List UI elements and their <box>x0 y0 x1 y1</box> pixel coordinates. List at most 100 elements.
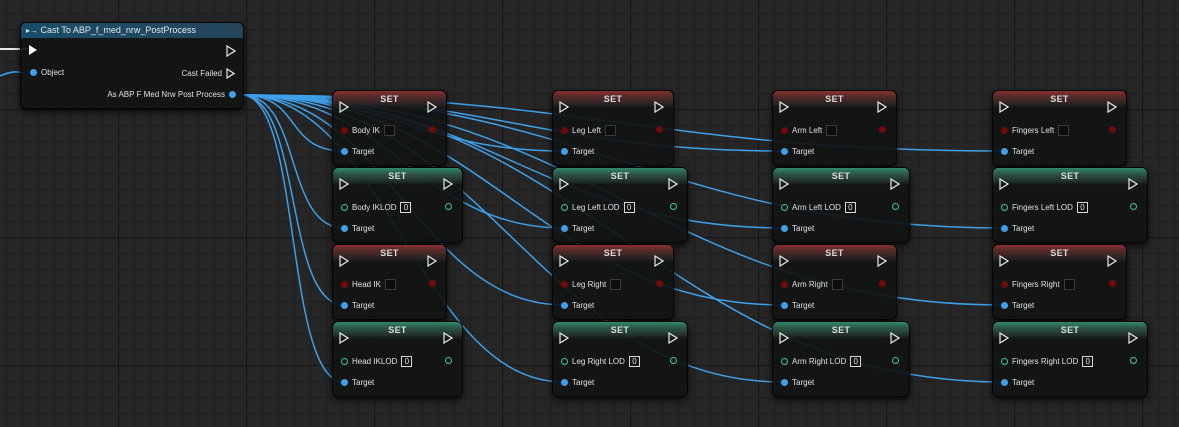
value-in-pin[interactable] <box>341 358 348 365</box>
set-node-leg-right[interactable]: SET Leg Right Target <box>552 244 674 320</box>
target-pin-row[interactable]: Target <box>781 224 814 233</box>
set-node-arm-left[interactable]: SET Arm Left Target <box>772 90 897 166</box>
target-pin[interactable] <box>1001 379 1008 386</box>
exec-in-pin[interactable] <box>999 101 1009 113</box>
exec-out-pin[interactable] <box>427 101 437 113</box>
value-pin-row[interactable]: Head IKLOD 0 <box>341 356 413 367</box>
target-pin[interactable] <box>781 302 788 309</box>
set-node-fingers-right[interactable]: SET Fingers Right Target <box>992 244 1127 320</box>
value-in-pin[interactable] <box>561 127 568 134</box>
value-out-pin[interactable] <box>879 126 886 133</box>
value-in-pin[interactable] <box>1001 281 1008 288</box>
target-pin[interactable] <box>1001 225 1008 232</box>
value-pin-row[interactable]: Fingers Left LOD 0 <box>1001 202 1088 213</box>
exec-out-pin[interactable] <box>654 255 664 267</box>
set-node-leg-left-lod[interactable]: SET Leg Left LOD 0 Target <box>552 167 688 243</box>
value-out-pin[interactable] <box>1109 280 1116 287</box>
set-node-body-iklod[interactable]: SET Body IKLOD 0 Target <box>332 167 463 243</box>
exec-out-pin[interactable] <box>1107 101 1117 113</box>
value-in-pin[interactable] <box>781 127 788 134</box>
target-pin-row[interactable]: Target <box>1001 301 1034 310</box>
exec-out-pin[interactable] <box>654 101 664 113</box>
exec-out-pin[interactable] <box>427 255 437 267</box>
set-node-leg-left[interactable]: SET Leg Left Target <box>552 90 674 166</box>
cast-exec-out-pin[interactable] <box>226 45 236 57</box>
value-out-pin[interactable] <box>445 203 452 210</box>
target-pin[interactable] <box>341 302 348 309</box>
target-pin-row[interactable]: Target <box>561 378 594 387</box>
target-pin-row[interactable]: Target <box>781 147 814 156</box>
set-node-arm-right-lod[interactable]: SET Arm Right LOD 0 Target <box>772 321 910 397</box>
cast-failed-row[interactable]: Cast Failed <box>182 68 235 79</box>
exec-in-pin[interactable] <box>559 255 569 267</box>
value-pin-row[interactable]: Fingers Left <box>1001 125 1070 136</box>
target-pin[interactable] <box>781 225 788 232</box>
set-node-leg-right-lod[interactable]: SET Leg Right LOD 0 Target <box>552 321 688 397</box>
value-pin-row[interactable]: Leg Right LOD 0 <box>561 356 640 367</box>
exec-in-pin[interactable] <box>999 255 1009 267</box>
exec-out-pin[interactable] <box>877 255 887 267</box>
value-in-pin[interactable] <box>341 127 348 134</box>
set-node-arm-right[interactable]: SET Arm Right Target <box>772 244 897 320</box>
value-in-pin[interactable] <box>781 358 788 365</box>
cast-failed-exec-pin[interactable] <box>226 68 235 79</box>
value-in-pin[interactable] <box>1001 358 1008 365</box>
exec-in-pin[interactable] <box>999 178 1009 190</box>
value-out-pin[interactable] <box>879 280 886 287</box>
target-pin[interactable] <box>561 302 568 309</box>
exec-in-pin[interactable] <box>339 178 349 190</box>
object-pin[interactable] <box>30 69 37 76</box>
set-node-body-ik[interactable]: SET Body IK Target <box>332 90 447 166</box>
value-out-pin[interactable] <box>429 126 436 133</box>
target-pin-row[interactable]: Target <box>781 301 814 310</box>
exec-in-pin[interactable] <box>779 101 789 113</box>
value-pin-row[interactable]: Arm Left LOD 0 <box>781 202 856 213</box>
exec-out-pin[interactable] <box>443 178 453 190</box>
value-number-field[interactable]: 0 <box>623 202 635 213</box>
value-out-pin[interactable] <box>892 357 899 364</box>
value-in-pin[interactable] <box>1001 127 1008 134</box>
value-pin-row[interactable]: Arm Right <box>781 279 843 290</box>
value-checkbox[interactable] <box>1063 279 1075 290</box>
value-pin-row[interactable]: Leg Right <box>561 279 622 290</box>
target-pin-row[interactable]: Target <box>341 224 374 233</box>
target-pin[interactable] <box>1001 302 1008 309</box>
object-pin-row[interactable]: Object <box>30 68 64 77</box>
target-pin-row[interactable]: Target <box>561 301 594 310</box>
target-pin-row[interactable]: Target <box>341 378 374 387</box>
value-in-pin[interactable] <box>341 204 348 211</box>
value-out-pin[interactable] <box>1109 126 1116 133</box>
cast-output-row[interactable]: As ABP F Med Nrw Post Process <box>107 90 236 99</box>
target-pin[interactable] <box>341 379 348 386</box>
target-pin-row[interactable]: Target <box>341 147 374 156</box>
value-out-pin[interactable] <box>670 203 677 210</box>
exec-in-pin[interactable] <box>339 255 349 267</box>
target-pin[interactable] <box>561 225 568 232</box>
target-pin[interactable] <box>341 148 348 155</box>
value-checkbox[interactable] <box>1058 125 1070 136</box>
value-pin-row[interactable]: Fingers Right <box>1001 279 1075 290</box>
value-number-field[interactable]: 0 <box>850 356 862 367</box>
target-pin-row[interactable]: Target <box>341 301 374 310</box>
value-number-field[interactable]: 0 <box>401 356 413 367</box>
value-number-field[interactable]: 0 <box>628 356 640 367</box>
value-number-field[interactable]: 0 <box>1076 202 1088 213</box>
value-pin-row[interactable]: Leg Left <box>561 125 616 136</box>
value-pin-row[interactable]: Arm Right LOD 0 <box>781 356 862 367</box>
value-pin-row[interactable]: Body IK <box>341 125 396 136</box>
exec-in-pin[interactable] <box>779 178 789 190</box>
exec-in-pin[interactable] <box>999 332 1009 344</box>
value-out-pin[interactable] <box>892 203 899 210</box>
target-pin[interactable] <box>781 379 788 386</box>
value-in-pin[interactable] <box>1001 204 1008 211</box>
target-pin-row[interactable]: Target <box>1001 224 1034 233</box>
value-in-pin[interactable] <box>341 281 348 288</box>
exec-in-pin[interactable] <box>339 332 349 344</box>
value-out-pin[interactable] <box>1130 203 1137 210</box>
exec-out-pin[interactable] <box>1107 255 1117 267</box>
target-pin-row[interactable]: Target <box>561 224 594 233</box>
exec-in-pin[interactable] <box>559 332 569 344</box>
set-node-arm-left-lod[interactable]: SET Arm Left LOD 0 Target <box>772 167 910 243</box>
exec-in-pin[interactable] <box>559 101 569 113</box>
value-out-pin[interactable] <box>656 280 663 287</box>
